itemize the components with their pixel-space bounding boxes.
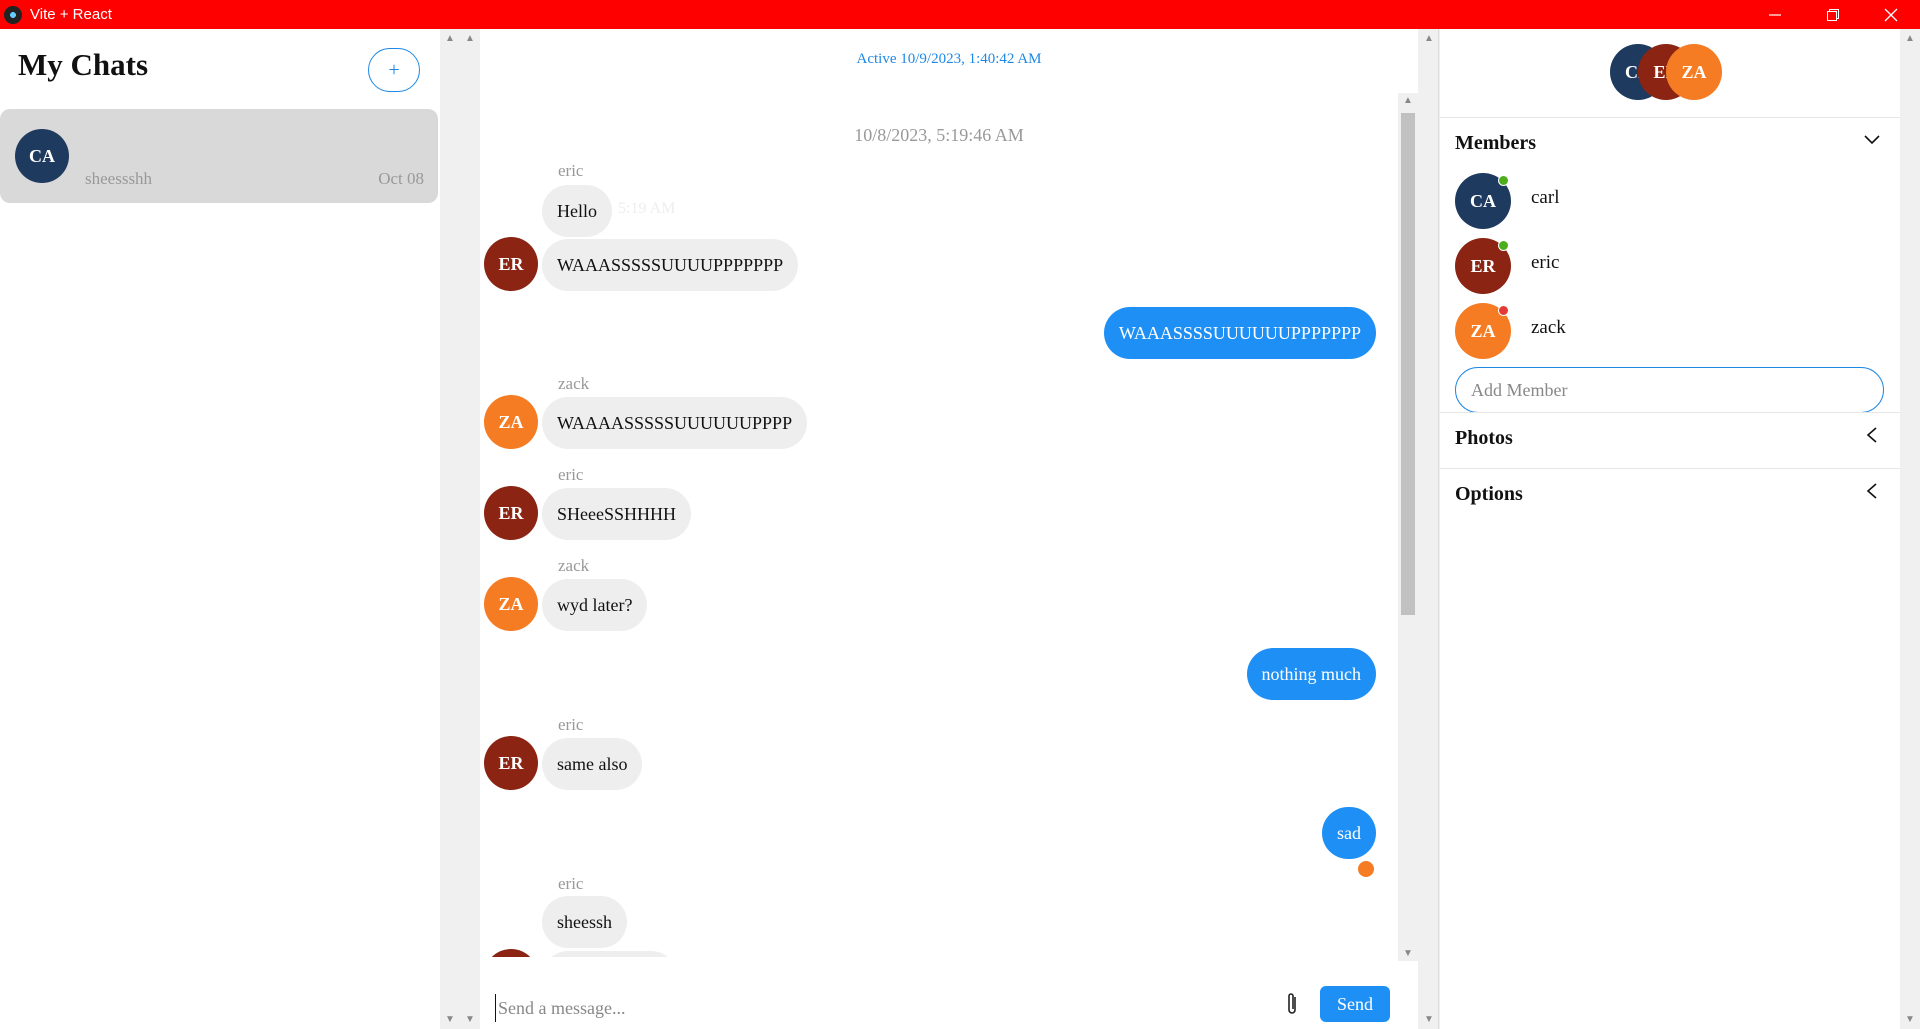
message-bubble [542, 951, 677, 957]
scroll-down-icon[interactable]: ▼ [1418, 1014, 1440, 1025]
chevron-left-icon [1866, 483, 1877, 499]
message-composer: Send [480, 984, 1418, 1029]
sender-name: zack [558, 374, 590, 393]
avatar: ER [484, 486, 538, 540]
restore-icon [1827, 8, 1839, 21]
sender-name: zack [558, 556, 590, 575]
chat-preview: sheessshh [85, 169, 153, 188]
my-chats-title: My Chats [18, 47, 149, 82]
active-status: Active 10/9/2023, 1:40:42 AM [856, 51, 1042, 67]
scroll-up-icon[interactable]: ▲ [1900, 33, 1920, 44]
message-time: 5:19 AM [618, 200, 676, 217]
message-bubble: Hello [542, 185, 612, 237]
scroll-up-icon[interactable]: ▲ [1398, 95, 1418, 106]
chat-details-panel: CA ER ZA Members CA carl ER eric ZA zack… [1440, 29, 1900, 1029]
chat-list-panel: My Chats + CA sheessshh Oct 08 [0, 29, 440, 1029]
message-bubble: sheessh [542, 896, 627, 948]
new-chat-button[interactable]: + [368, 48, 420, 92]
message-bubble-own: sad [1322, 807, 1376, 859]
left-scrollbar[interactable]: ▲ ▲ ▼ ▼ [440, 29, 480, 1029]
members-section-header[interactable]: Members [1440, 117, 1900, 167]
chevron-left-icon [1866, 427, 1877, 443]
add-member-input[interactable] [1455, 367, 1884, 413]
seen-indicator [1358, 861, 1374, 877]
message-list[interactable]: 10/8/2023, 5:19:46 AM eric Hello 5:19 AM… [480, 89, 1398, 957]
scroll-down-icon[interactable]: ▼ [1900, 1014, 1920, 1025]
options-section-header[interactable]: Options [1440, 468, 1900, 518]
options-label: Options [1455, 483, 1523, 505]
avatar: ZA [484, 577, 538, 631]
divider [1438, 29, 1439, 1029]
member-row[interactable]: CA carl [1455, 173, 1875, 229]
member-row[interactable]: ZA zack [1455, 303, 1875, 359]
send-button[interactable]: Send [1320, 986, 1390, 1022]
message-bubble-own: nothing much [1246, 648, 1376, 700]
member-row[interactable]: ER eric [1455, 238, 1875, 294]
sender-name: eric [558, 874, 584, 893]
chat-date: Oct 08 [378, 169, 424, 188]
member-name: zack [1531, 317, 1566, 338]
message-input[interactable] [495, 994, 1275, 1022]
sender-name: eric [558, 161, 584, 180]
message-bubble-own: WAAASSSSUUUUUUPPPPPPP [1103, 307, 1376, 359]
electron-app-icon [4, 5, 22, 24]
photos-section-header[interactable]: Photos [1440, 412, 1900, 462]
message-bubble: wyd later? [542, 579, 648, 631]
sender-name: eric [558, 715, 584, 734]
group-avatars: CA ER ZA [1610, 44, 1740, 100]
member-name: eric [1531, 252, 1560, 273]
members-label: Members [1455, 132, 1537, 154]
messages-scrollbar[interactable]: ▲ ▼ [1398, 93, 1418, 961]
close-button[interactable] [1862, 0, 1920, 29]
message-date-header: 10/8/2023, 5:19:46 AM [854, 125, 1024, 145]
minimize-icon [1769, 13, 1781, 16]
scroll-up-icon[interactable]: ▲ [1418, 33, 1440, 44]
chat-card[interactable]: CA sheessshh Oct 08 [0, 109, 438, 203]
photos-label: Photos [1455, 427, 1513, 449]
close-icon [1884, 8, 1898, 21]
center-scrollbar[interactable]: ▲ ▼ [1418, 29, 1440, 1029]
window-titlebar: Vite + React [0, 0, 1920, 29]
message-bubble: same also [542, 738, 643, 790]
avatar: ER [484, 736, 538, 790]
message-bubble: WAAASSSSSUUUUPPPPPPP [542, 239, 799, 291]
message-bubble: SHeeeSSHHHH [542, 488, 691, 540]
window-title: Vite + React [30, 6, 112, 23]
avatar: CA [15, 129, 69, 183]
sender-name: eric [558, 465, 584, 484]
member-name: carl [1531, 187, 1560, 208]
online-status-dot [1498, 240, 1509, 251]
right-scrollbar[interactable]: ▲ ▼ [1900, 29, 1920, 1029]
conversation-panel: Active 10/9/2023, 1:40:42 AM 10/8/2023, … [480, 29, 1418, 1029]
scroll-down-icon[interactable]: ▼ [1398, 948, 1418, 959]
avatar: ZA [484, 395, 538, 449]
message-bubble: WAAAASSSSSUUUUUUPPPP [542, 397, 808, 449]
avatar [484, 949, 538, 957]
avatar: ER [484, 237, 538, 291]
scroll-thumb[interactable] [1401, 113, 1415, 615]
paperclip-icon[interactable] [1286, 992, 1298, 1022]
online-status-dot [1498, 175, 1509, 186]
chevron-down-icon [1864, 135, 1880, 145]
restore-button[interactable] [1804, 0, 1862, 29]
offline-status-dot [1498, 305, 1509, 316]
avatar: ZA [1666, 44, 1722, 100]
minimize-button[interactable] [1746, 0, 1804, 29]
